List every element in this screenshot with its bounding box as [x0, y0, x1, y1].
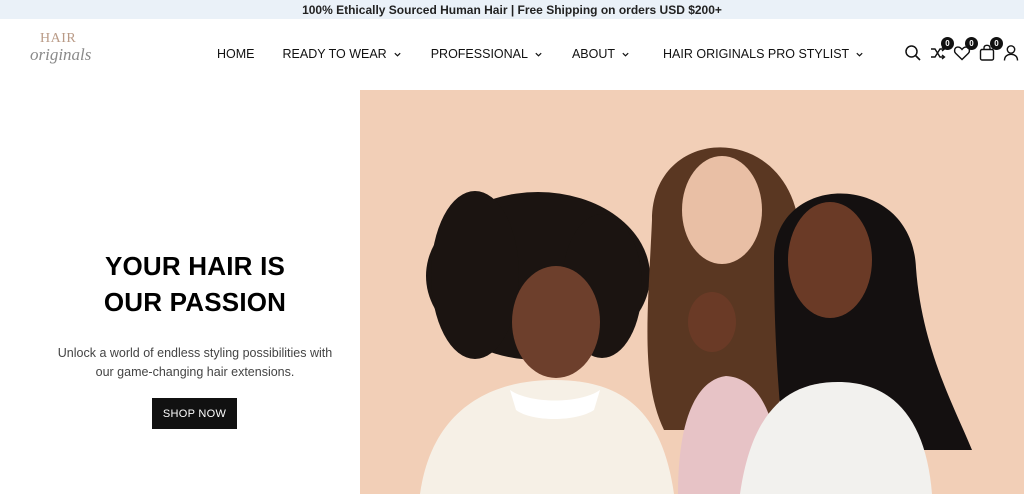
hero-photo-three-women [360, 90, 1024, 494]
chevron-down-icon [622, 52, 629, 57]
hero-title-line-2: OUR PASSION [103, 287, 287, 317]
hero-description: Unlock a world of endless styling possib… [30, 344, 360, 382]
chevron-down-icon [535, 52, 542, 57]
site-logo[interactable]: HAIR originals [30, 31, 92, 71]
nav-about[interactable]: ABOUT [572, 47, 630, 61]
shop-now-label: SHOP NOW [162, 407, 227, 420]
chevron-down-icon [856, 52, 863, 57]
search-icon[interactable] [904, 44, 922, 62]
hero-title: YOUR HAIR IS OUR PASSION [0, 248, 390, 320]
nav-home[interactable]: HOME [217, 47, 255, 61]
nav-pro-stylist[interactable]: HAIR ORIGINALS PRO STYLIST [663, 47, 864, 61]
nav-pro-stylist-label: HAIR ORIGINALS PRO STYLIST [663, 47, 850, 61]
hero-description-line-2: our game-changing hair extensions. [95, 365, 295, 379]
announcement-bar: 100% Ethically Sourced Human Hair | Free… [0, 0, 1024, 19]
hero-text-panel: YOUR HAIR IS OUR PASSION Unlock a world … [0, 90, 360, 494]
nav-about-label: ABOUT [571, 47, 616, 61]
logo-line-originals: originals [30, 45, 92, 64]
nav-home-label: HOME [217, 47, 255, 61]
hero-title-line-1: YOUR HAIR IS [104, 251, 286, 281]
user-icon[interactable] [1002, 44, 1020, 62]
bag-icon[interactable]: 0 [978, 37, 1003, 62]
nav-ready-to-wear[interactable]: READY TO WEAR [283, 47, 402, 61]
site-header: HAIR originals HOME READY TO WEAR PROFES… [0, 19, 1024, 89]
hero-description-line-1: Unlock a world of endless styling possib… [57, 346, 333, 360]
nav-professional[interactable]: PROFESSIONAL [431, 47, 543, 61]
announcement-text: 100% Ethically Sourced Human Hair | Free… [302, 2, 722, 17]
wishlist-count-badge: 0 [965, 37, 978, 50]
main-nav: HOME READY TO WEAR PROFESSIONAL ABOUT HA… [217, 19, 864, 89]
heart-icon[interactable]: 0 [953, 37, 978, 62]
nav-professional-label: PROFESSIONAL [430, 47, 528, 61]
compare-icon[interactable]: 0 [929, 37, 954, 62]
nav-ready-to-wear-label: READY TO WEAR [282, 47, 387, 61]
chevron-down-icon [394, 52, 401, 57]
header-icons: 0 0 0 [900, 19, 1024, 89]
shop-now-button[interactable]: SHOP NOW [152, 398, 237, 429]
hero-image [360, 90, 1024, 494]
